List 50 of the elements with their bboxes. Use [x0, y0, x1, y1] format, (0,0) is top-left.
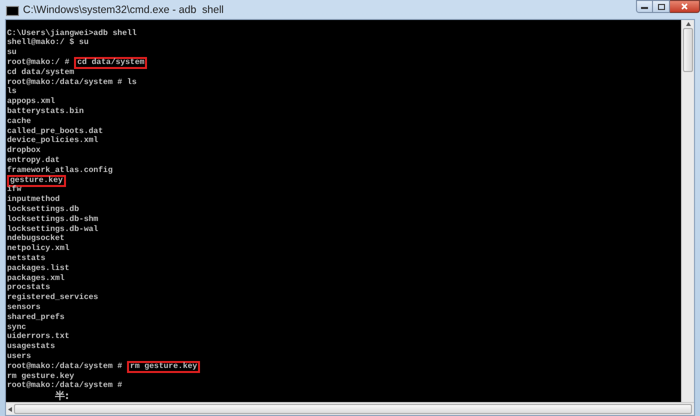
console-text: device_policies.xml [6, 135, 100, 146]
highlighted-command: rm gesture.key [127, 360, 200, 373]
scroll-left-icon[interactable] [8, 406, 12, 412]
ime-status: 半: [55, 391, 69, 402]
console-text: procstats [6, 282, 52, 293]
vertical-scrollbar[interactable] [681, 20, 694, 402]
console-text: cache [6, 116, 32, 127]
console-text: called_pre_boots.dat [6, 126, 104, 136]
console-text: locksettings.db-wal [6, 224, 100, 234]
console-text: dropbox [6, 145, 42, 156]
console-text: appops.xml [6, 96, 56, 107]
console-text: framework_atlas.config [6, 164, 114, 176]
console-text: inputmethod [6, 194, 61, 205]
console-text: uiderrors.txt [6, 331, 70, 342]
console-text: C:\Users\jiangwei>adb shell [6, 28, 138, 38]
console-text: root@mako:/data/system # [6, 380, 124, 390]
console-text: entropy.dat [6, 155, 61, 166]
console-text: shared_prefs [6, 312, 66, 324]
console-text: usagestats [6, 341, 56, 354]
console-text: locksettings.db [6, 204, 80, 215]
console-text: su [6, 47, 18, 58]
console-text: rm gesture.key [6, 370, 76, 381]
console-text: ifw [6, 184, 22, 195]
console-text: locksettings.db-shm [6, 214, 100, 225]
maximize-button[interactable] [653, 0, 670, 13]
console-prompt: root@mako:/ # [7, 58, 70, 68]
window-title: C:\Windows\system32\cmd.exe - adb shell [23, 3, 224, 18]
console-text: packages.list [6, 262, 70, 274]
close-button[interactable] [670, 0, 700, 13]
console-text: netpolicy.xml [6, 243, 70, 254]
console-text: netstats [6, 252, 46, 264]
console-text: root@mako:/data/system # ls [6, 76, 138, 87]
console-app-icon [6, 6, 19, 16]
console-text: sensors [6, 302, 42, 313]
console-prompt: root@mako:/data/system # [7, 362, 122, 372]
console-text: batterystats.bin [6, 106, 85, 117]
minimize-button[interactable] [636, 0, 653, 13]
scrollbar-thumb[interactable] [683, 28, 693, 72]
horizontal-scrollbar[interactable] [6, 402, 694, 416]
console-text: cd data/system [6, 66, 76, 78]
close-icon [681, 3, 688, 10]
scrollbar-thumb[interactable] [14, 404, 692, 414]
console-text: packages.xml [6, 272, 66, 284]
highlighted-command: cd data/system [74, 57, 148, 70]
console-text: shell@mako:/ $ su [6, 37, 90, 50]
console-text: ndebugsocket [6, 233, 66, 244]
console-text: registered_services [6, 292, 100, 304]
console-text: ls [6, 86, 18, 97]
console-text: sync [6, 322, 28, 332]
console-text: users [6, 350, 32, 362]
